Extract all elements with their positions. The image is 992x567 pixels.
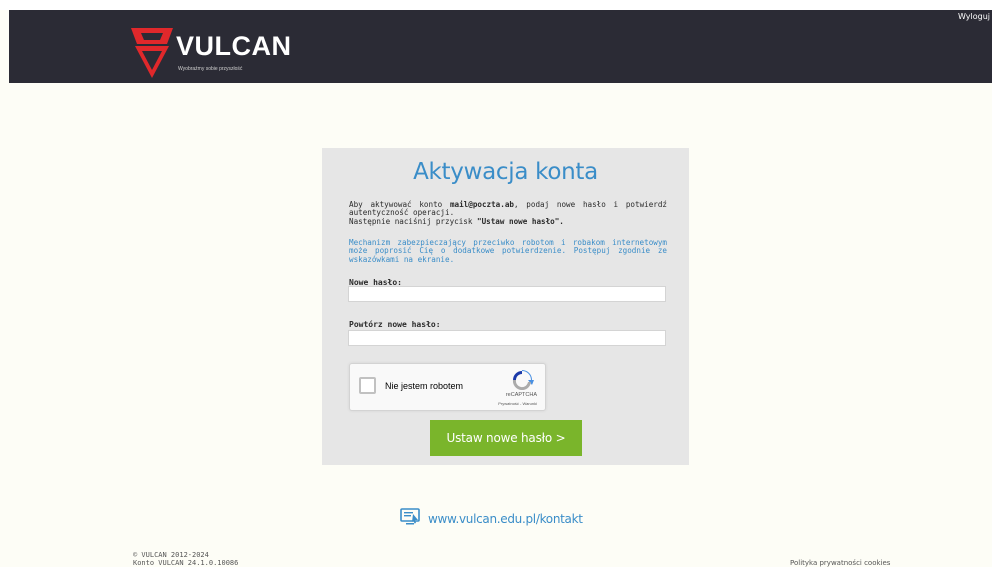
- computer-monitor-icon: [400, 508, 420, 529]
- recaptcha-label: Nie jestem robotem: [385, 381, 464, 391]
- copyright-text: © VULCAN 2012-2024: [133, 551, 209, 559]
- recaptcha-links[interactable]: Prywatność - Warunki: [498, 401, 537, 406]
- intro-button-ref: "Ustaw nowe hasło".: [477, 216, 564, 226]
- captcha-notice: Mechanizm zabezpieczający przeciwko robo…: [349, 238, 667, 264]
- brand-name: VULCAN: [176, 31, 292, 61]
- brand-slogan: Wyobraźmy sobie przyszłość: [178, 66, 243, 72]
- intro-part3: Następnie naciśnij przycisk: [349, 216, 478, 226]
- activation-card: Aktywacja konta Aby aktywować konto mail…: [322, 148, 689, 465]
- intro-email: mail@poczta.ab: [449, 200, 514, 209]
- logout-link[interactable]: Wyloguj: [958, 12, 990, 21]
- page-title: Aktywacja konta: [413, 159, 598, 185]
- set-password-button[interactable]: Ustaw nowe hasło >: [430, 420, 582, 456]
- repeat-password-field[interactable]: [348, 330, 666, 346]
- top-strip: [0, 0, 992, 10]
- recaptcha-brand: reCAPTCHA: [505, 392, 537, 398]
- recaptcha-widget: Nie jestem robotem reCAPTCHA Prywatność …: [349, 363, 546, 411]
- vulcan-logo-icon[interactable]: [127, 24, 177, 80]
- recaptcha-checkbox[interactable]: [359, 377, 376, 394]
- contact-link[interactable]: www.vulcan.edu.pl/kontakt: [400, 508, 583, 529]
- new-password-field[interactable]: [348, 286, 666, 302]
- intro-text: Aby aktywować konto mail@poczta.ab, poda…: [349, 200, 667, 226]
- repeat-password-label: Powtórz nowe hasło:: [349, 320, 441, 329]
- footer-copyright: © VULCAN 2012-2024 Konto VULCAN 24.1.0.1…: [133, 551, 238, 567]
- contact-link-text: www.vulcan.edu.pl/kontakt: [428, 511, 583, 526]
